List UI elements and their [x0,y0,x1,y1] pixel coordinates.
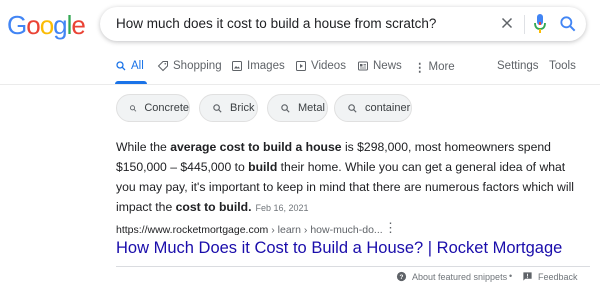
settings-link[interactable]: Settings [497,60,539,72]
chip-concrete[interactable]: Concrete [116,94,190,122]
search-icon [213,103,222,113]
settings-label: Settings [497,60,539,72]
search-input[interactable]: How much does it cost to build a house f… [116,16,436,31]
tag-icon [157,61,168,72]
image-icon [232,61,242,71]
snippet-text: While the [116,140,171,154]
result-url[interactable]: https://www.rocketmortgage.com › learn ›… [116,224,383,236]
about-featured-snippets[interactable]: ? About featured snippets [396,271,507,282]
feedback-label: Feedback [538,271,578,282]
snippet-bold: cost to build. [175,200,252,214]
chip-metal[interactable]: Metal [267,94,328,122]
chip-label: Concrete [144,102,189,114]
more-vertical-icon: ⋮ [414,62,426,74]
tab-all[interactable]: All [115,60,144,72]
tab-images[interactable]: Images [231,60,285,72]
tab-label: More [428,61,455,73]
search-icon [116,61,126,71]
tab-more[interactable]: ⋮ More [414,60,455,74]
tools-label: Tools [549,60,576,72]
microphone-icon[interactable] [533,13,547,35]
help-icon: ? [396,271,407,282]
search-icon[interactable] [558,14,578,34]
tab-label: News [373,60,402,72]
chip-container[interactable]: container [334,94,412,122]
search-divider [524,15,525,34]
about-label: About featured snippets [412,271,508,282]
tab-news[interactable]: News [357,60,402,72]
newspaper-icon [358,61,368,71]
search-icon [129,104,137,112]
chip-brick[interactable]: Brick [199,94,258,122]
logo-letter: o [39,10,55,40]
more-vertical-icon[interactable]: ⋮ [384,220,397,236]
feedback-icon [523,272,532,281]
result-divider [116,266,590,267]
search-tabs: All Shopping Images Videos News ⋮ More S… [0,60,600,82]
close-icon[interactable] [498,14,516,32]
tab-label: All [131,60,144,72]
url-path: › learn › how-much-do... [268,224,383,236]
logo-letter: o [26,10,41,40]
search-icon [281,103,290,113]
google-logo[interactable]: Google [7,10,86,41]
logo-letter: g [53,10,68,40]
snippet-bold: average cost to build a house [170,140,342,154]
chip-label: container [365,102,411,114]
tab-label: Videos [311,60,346,72]
chip-label: Brick [230,102,255,114]
logo-letter: G [7,10,27,40]
snippet-bold: build [248,160,278,174]
video-icon [296,61,306,71]
tools-link[interactable]: Tools [549,60,576,72]
snippet-date: Feb 16, 2021 [255,203,309,213]
search-icon [348,103,357,113]
svg-text:?: ? [400,274,404,281]
result-title-link[interactable]: How Much Does it Cost to Build a House? … [116,239,562,258]
feedback-link[interactable]: Feedback [522,271,578,282]
search-box[interactable]: How much does it cost to build a house f… [100,7,586,41]
logo-letter: e [71,10,86,40]
tabs-divider [0,84,600,85]
footer-separator: • [509,271,513,281]
tab-shopping[interactable]: Shopping [157,60,222,72]
url-domain: https://www.rocketmortgage.com [116,224,269,236]
chip-label: Metal [298,102,325,114]
tab-videos[interactable]: Videos [295,60,346,72]
tab-label: Shopping [173,60,222,72]
tab-label: Images [247,60,285,72]
featured-snippet-text: While the average cost to build a house … [116,137,586,218]
